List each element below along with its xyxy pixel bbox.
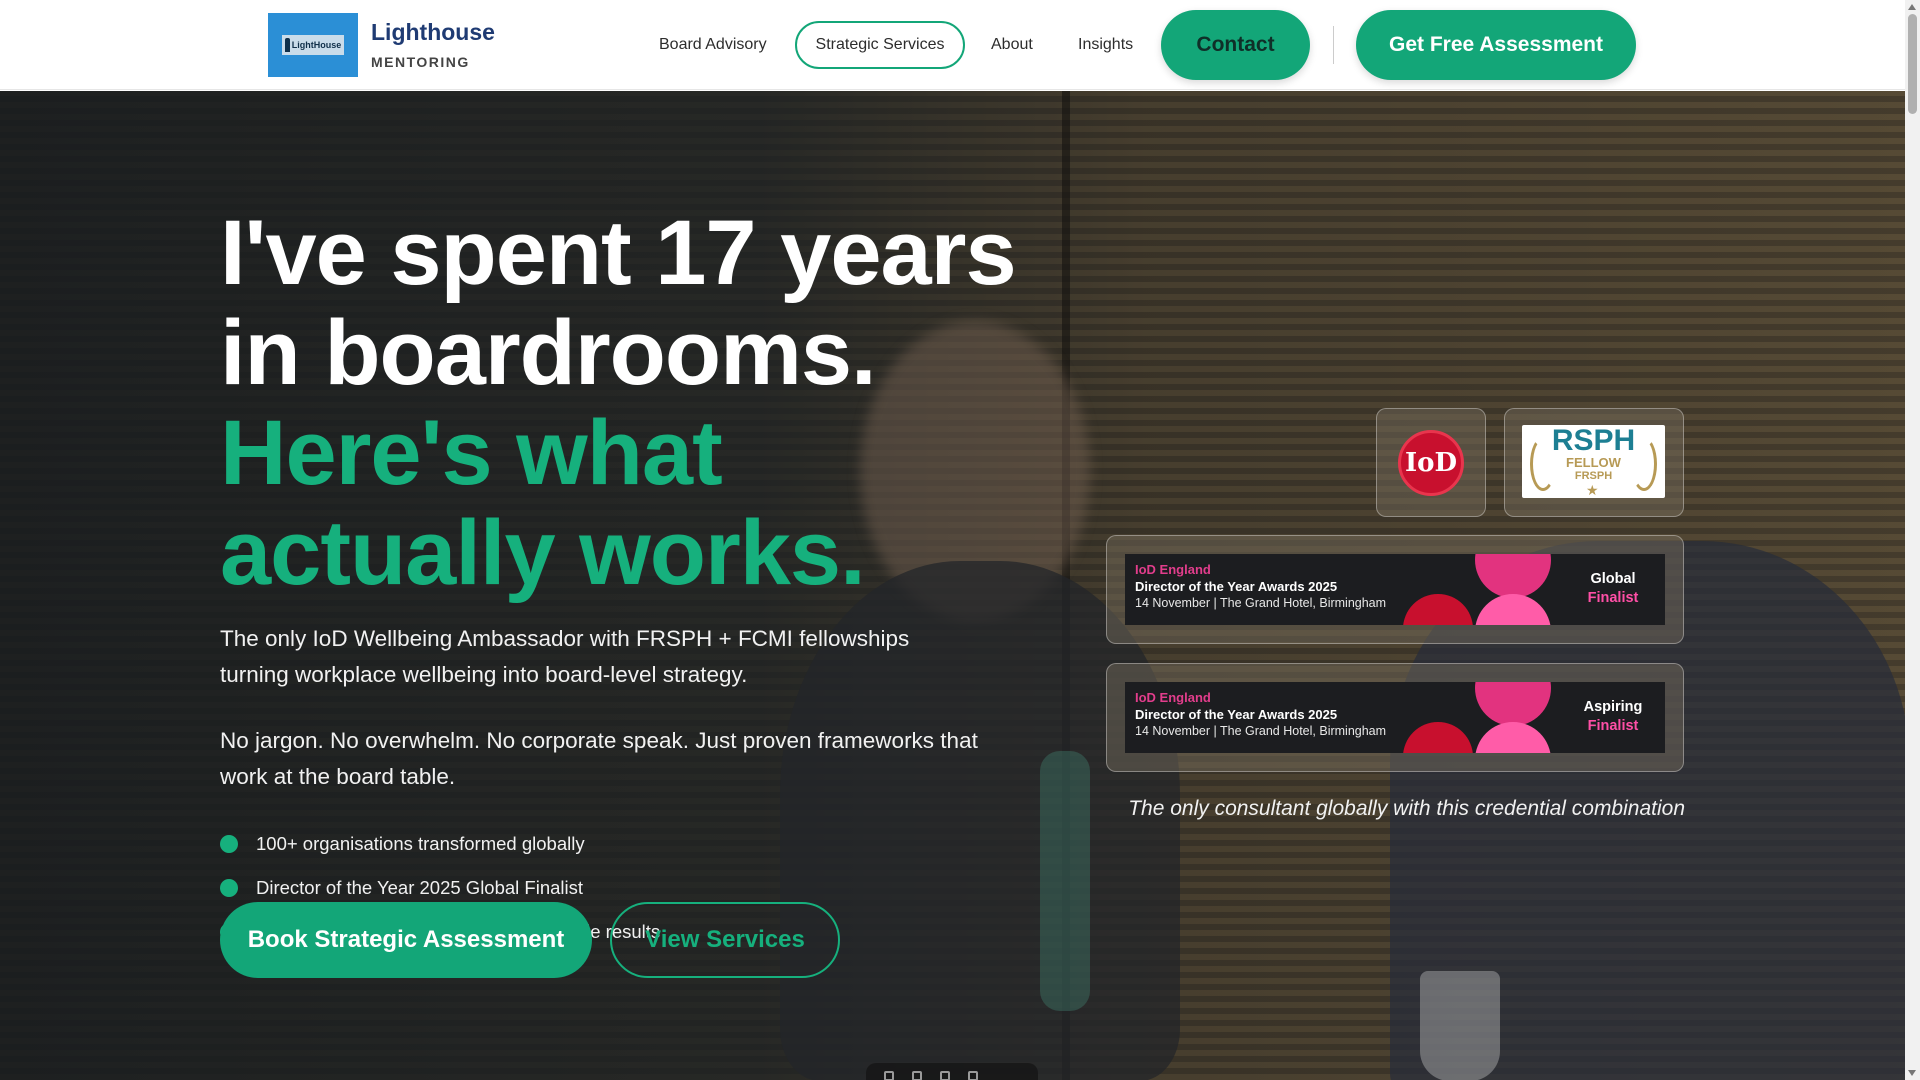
rsph-logo: RSPH FELLOW FRSPH ★ — [1522, 425, 1665, 498]
bullet-dot-icon — [220, 879, 238, 897]
hero-bullet-text: 100+ organisations transformed globally — [256, 833, 585, 854]
rsph-sub-label: FRSPH — [1574, 470, 1613, 482]
contact-button[interactable]: Contact — [1161, 10, 1310, 80]
award-graphic — [1475, 722, 1551, 753]
nav-divider — [1333, 26, 1334, 64]
nav-board-advisory[interactable]: Board Advisory — [659, 36, 767, 54]
toolbar-icon[interactable] — [940, 1071, 950, 1080]
award-org: IoD England — [1135, 690, 1211, 705]
nav-about[interactable]: About — [991, 36, 1033, 54]
award-level-sub: Finalist — [1587, 718, 1639, 734]
hero-secondary-paragraph: No jargon. No overwhelm. No corporate sp… — [220, 728, 978, 789]
hero-bullet-text: Director of the Year 2025 Global Finalis… — [256, 877, 584, 898]
award-level-label: Aspiring — [1583, 699, 1643, 715]
brand-name[interactable]: Lighthouse — [371, 19, 495, 46]
award-level: Global Finalist — [1573, 570, 1653, 608]
award-banner: IoD England Director of the Year Awards … — [1125, 682, 1665, 753]
hero-section: I've spent 17 years in boardrooms. Here'… — [0, 91, 1905, 1080]
nav-insights[interactable]: Insights — [1078, 36, 1133, 54]
iod-seal-icon: IoD — [1398, 430, 1464, 496]
hero-headline-accent-line-2: actually works. — [220, 502, 866, 604]
toolbar-icon[interactable] — [968, 1071, 978, 1080]
toolbar-icon[interactable] — [884, 1071, 894, 1080]
hero-headline-line-2: in boardrooms. — [220, 302, 877, 404]
award-level-sub: Finalist — [1587, 590, 1639, 606]
star-icon: ★ — [1586, 482, 1599, 498]
bullet-dot-icon — [220, 835, 238, 853]
award-meta: 14 November | The Grand Hotel, Birmingha… — [1135, 724, 1387, 738]
rsph-fellow-label: FELLOW — [1566, 455, 1621, 470]
award-graphic — [1475, 594, 1551, 625]
background-photo-glass — [1420, 971, 1500, 1080]
book-strategic-assessment-button[interactable]: Book Strategic Assessment — [220, 902, 592, 978]
page-scrollbar[interactable] — [1905, 0, 1920, 1080]
background-photo-bottle — [1040, 751, 1090, 1011]
site-header: LightHouse Lighthouse MENTORING Board Ad… — [0, 0, 1905, 90]
scroll-down-icon[interactable] — [1908, 1070, 1916, 1076]
award-level: Aspiring Finalist — [1573, 698, 1653, 736]
hero-headline-line-1: I've spent 17 years — [220, 202, 1017, 304]
hero-bullet: 100+ organisations transformed globally — [220, 833, 585, 855]
floating-toolbar[interactable] — [866, 1063, 1038, 1080]
award-graphic — [1403, 594, 1473, 625]
credential-note: The only consultant globally with this c… — [1128, 797, 1685, 820]
award-title: Director of the Year Awards 2025 — [1135, 707, 1338, 722]
iod-seal-text: IoD — [1404, 448, 1458, 478]
award-banner: IoD England Director of the Year Awards … — [1125, 554, 1665, 625]
lighthouse-logo-icon: LightHouse — [282, 35, 344, 55]
toolbar-icon[interactable] — [912, 1071, 922, 1080]
hero-lead-paragraph: The only IoD Wellbeing Ambassador with F… — [220, 626, 910, 687]
award-graphic — [1475, 682, 1551, 726]
hero-headline-accent-line-1: Here's what — [220, 402, 723, 504]
logo-text: LightHouse — [291, 40, 342, 50]
brand-tagline: MENTORING — [371, 54, 470, 70]
award-graphic — [1475, 554, 1551, 598]
logo[interactable]: LightHouse — [268, 13, 358, 77]
award-level-label: Global — [1590, 571, 1636, 587]
view-services-button[interactable]: View Services — [610, 902, 840, 978]
get-free-assessment-button[interactable]: Get Free Assessment — [1356, 10, 1636, 80]
award-graphic — [1403, 722, 1473, 753]
nav-strategic-services[interactable]: Strategic Services — [795, 21, 965, 69]
scroll-up-icon[interactable] — [1908, 4, 1916, 10]
award-meta: 14 November | The Grand Hotel, Birmingha… — [1135, 596, 1387, 610]
award-org: IoD England — [1135, 562, 1211, 577]
rsph-title: RSPH — [1551, 424, 1636, 457]
hero-bullet: Director of the Year 2025 Global Finalis… — [220, 877, 583, 899]
award-title: Director of the Year Awards 2025 — [1135, 579, 1338, 594]
scroll-thumb[interactable] — [1908, 14, 1917, 114]
